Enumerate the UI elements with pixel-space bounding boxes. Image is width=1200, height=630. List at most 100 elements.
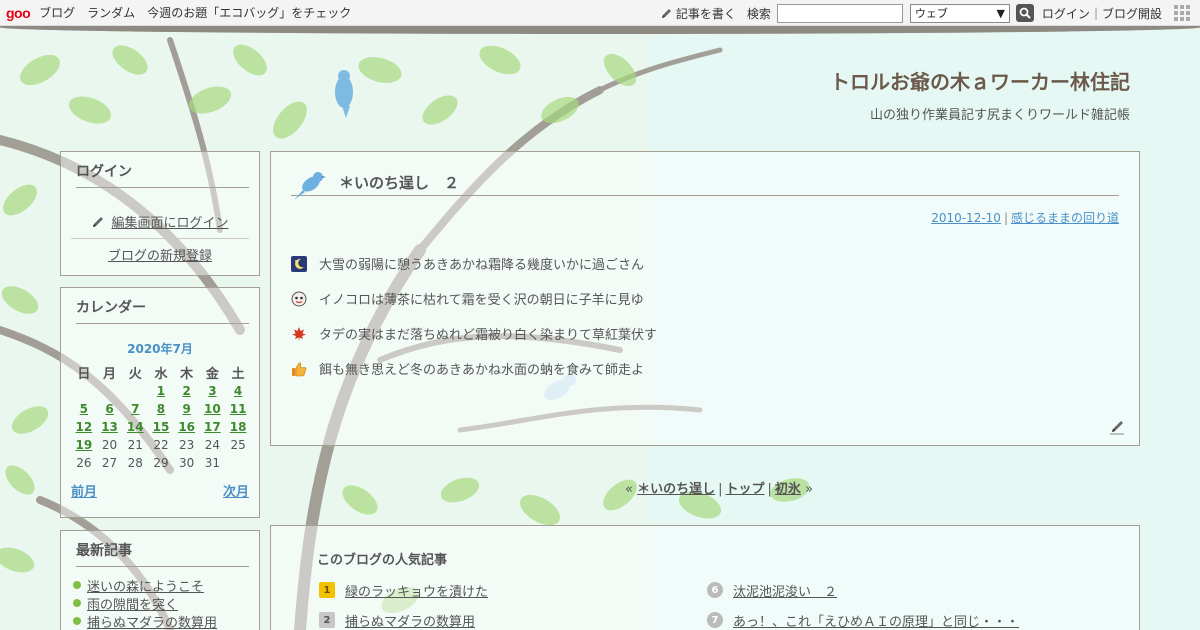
calendar-day[interactable]: 14 xyxy=(122,418,148,436)
calendar-day[interactable]: 3 xyxy=(200,382,226,400)
write-article-link[interactable]: 記事を書く xyxy=(660,5,736,22)
nav-random-link[interactable]: ランダム xyxy=(87,4,135,21)
search-scope-value: ウェブ xyxy=(914,7,948,20)
recent-articles-panel: 最新記事 迷いの森にようこそ 雨の隙間を突く 捕らぬマダラの数算用 xyxy=(60,530,260,630)
calendar-day[interactable]: 8 xyxy=(148,400,174,418)
calendar-day[interactable]: 15 xyxy=(148,418,174,436)
top-bar-right: 記事を書く 検索 ウェブ ▼ ログイン | ブログ開設 xyxy=(660,0,1200,26)
login-panel-title: ログイン xyxy=(76,161,249,188)
prev-month-link[interactable]: 前月 xyxy=(71,481,97,500)
article-title[interactable]: ＊いのち逞し ２ xyxy=(339,172,459,193)
calendar-day: 25 xyxy=(230,438,246,452)
calendar-week: 12 13 14 15 16 17 18 xyxy=(71,418,251,436)
bird-icon xyxy=(294,172,326,200)
search-input[interactable] xyxy=(776,3,903,23)
top-link[interactable]: トップ xyxy=(726,482,765,497)
calendar-day[interactable]: 7 xyxy=(122,400,148,418)
prev-arrow: « xyxy=(625,482,633,497)
chevron-down-icon: ▼ xyxy=(996,6,1005,20)
register-blog-link[interactable]: ブログの新規登録 xyxy=(61,245,259,264)
poem-line: 大雪の弱陽に憩うあきあかね霜降る幾度いかに過ごさん xyxy=(291,246,657,281)
list-item[interactable]: 捕らぬマダラの数算用 xyxy=(73,612,259,630)
calendar-day[interactable]: 1 xyxy=(148,382,174,400)
popular-article-link[interactable]: あっ！、これ「えひめＡＩの原理」と同じ・・・ xyxy=(733,611,1019,630)
list-item[interactable]: 6 汰泥池泥浚い ２ xyxy=(707,575,1019,605)
calendar-month: 2020年7月 xyxy=(127,342,193,356)
calendar-day[interactable]: 13 xyxy=(97,418,123,436)
calendar-day[interactable]: 5 xyxy=(71,400,97,418)
calendar-week: 1234 xyxy=(71,382,251,400)
recent-article-link[interactable]: 捕らぬマダラの数算用 xyxy=(87,612,217,630)
poem-line: イノコロは薄茶に枯れて霜を受く沢の朝日に子羊に見ゆ xyxy=(291,281,657,316)
edit-login-label: 編集画面にログイン xyxy=(111,216,229,231)
article-pager: « ＊いのち逞し | トップ | 初氷 » xyxy=(625,478,813,497)
calendar-day[interactable]: 10 xyxy=(200,400,226,418)
calendar-day[interactable]: 2 xyxy=(174,382,200,400)
article-category-link[interactable]: 感じるままの回り道 xyxy=(1011,211,1119,225)
recent-article-link[interactable]: 雨の隙間を突く xyxy=(87,594,178,613)
rank-badge: 1 xyxy=(319,582,335,598)
nav-weekly-theme-link[interactable]: 今週のお題「エコバッグ」をチェック xyxy=(147,4,351,21)
next-month-link[interactable]: 次月 xyxy=(223,481,249,500)
prev-article-link[interactable]: ＊いのち逞し xyxy=(637,482,715,497)
goo-logo[interactable]: goo xyxy=(6,5,31,21)
calendar-title: カレンダー xyxy=(76,297,249,324)
bullet-icon xyxy=(73,581,81,589)
calendar-day: 24 xyxy=(204,438,220,452)
poem-line: 餌も無き思えど冬のあきあかね水面の蚋を食みて師走よ xyxy=(291,351,657,386)
calendar-day[interactable]: 17 xyxy=(200,418,226,436)
next-article-link[interactable]: 初氷 xyxy=(775,482,801,497)
rank-badge: 6 xyxy=(707,582,723,598)
calendar-day: 26 xyxy=(76,456,92,470)
search-scope-select[interactable]: ウェブ ▼ xyxy=(909,3,1010,23)
login-panel: ログイン 編集画面にログイン ブログの新規登録 xyxy=(60,151,260,276)
calendar-day xyxy=(122,382,148,400)
pencil-icon xyxy=(661,8,671,18)
bullet-icon xyxy=(73,617,81,625)
edit-pencil-icon[interactable] xyxy=(1109,419,1125,435)
list-item[interactable]: 雨の隙間を突く xyxy=(73,594,259,613)
calendar-day[interactable]: 12 xyxy=(71,418,97,436)
poem-text: タデの実はまだ落ちぬれど霜被り白く染まりて草紅葉伏す xyxy=(319,328,658,343)
popular-article-link[interactable]: 汰泥池泥浚い ２ xyxy=(733,581,837,600)
nav-blog-link[interactable]: ブログ xyxy=(39,4,75,21)
calendar-day[interactable]: 18 xyxy=(225,418,251,436)
poem-text: イノコロは薄茶に枯れて霜を受く沢の朝日に子羊に見ゆ xyxy=(319,293,644,308)
blog-title[interactable]: トロルお爺の木ａワーカー林住記 xyxy=(830,66,1130,95)
calendar-day[interactable]: 16 xyxy=(174,418,200,436)
calendar-day: 31 xyxy=(204,456,220,470)
calendar-week: 26 27 28 29 30 31 xyxy=(71,454,251,472)
recent-article-link[interactable]: 迷いの森にようこそ xyxy=(87,576,204,595)
calendar-day xyxy=(97,382,123,400)
calendar-day: 27 xyxy=(101,456,118,470)
list-item[interactable]: 1 緑のラッキョウを漬けた xyxy=(319,575,488,605)
calendar-day[interactable]: 4 xyxy=(225,382,251,400)
calendar-day xyxy=(71,382,97,400)
list-item[interactable]: 迷いの森にようこそ xyxy=(73,576,259,595)
calendar-day[interactable]: 6 xyxy=(97,400,123,418)
popular-article-link[interactable]: 緑のラッキョウを漬けた xyxy=(345,581,488,600)
apps-grid-icon[interactable] xyxy=(1174,5,1190,21)
calendar-day[interactable]: 9 xyxy=(174,400,200,418)
bullet-icon xyxy=(73,599,81,607)
calendar-day[interactable]: 19 xyxy=(71,436,97,454)
poem-text: 餌も無き思えど冬のあきあかね水面の蚋を食みて師走よ xyxy=(319,363,645,378)
open-blog-link[interactable]: ブログ開設 xyxy=(1102,5,1162,22)
list-item[interactable]: 2 捕らぬマダラの数算用 xyxy=(319,605,488,630)
divider: | xyxy=(718,482,723,497)
poem-text: 大雪の弱陽に憩うあきあかね霜降る幾度いかに過ごさん xyxy=(319,258,645,273)
divider: | xyxy=(1003,211,1008,225)
recent-articles-list: 迷いの森にようこそ 雨の隙間を突く 捕らぬマダラの数算用 xyxy=(73,576,259,630)
login-link[interactable]: ログイン xyxy=(1042,5,1090,22)
article-date-link[interactable]: 2010-12-10 xyxy=(931,211,1001,225)
list-item[interactable]: 7 あっ！、これ「えひめＡＩの原理」と同じ・・・ xyxy=(707,605,1019,630)
blog-description: 山の独り作業員記す尻まくりワールド雑記帳 xyxy=(869,108,1130,123)
weekday-header: 日 xyxy=(77,366,91,382)
calendar-day[interactable]: 11 xyxy=(225,400,251,418)
calendar-panel: カレンダー 2020年7月 日月火水木金土 1 2 3 4 5 6 7 8 9 10 11 12 13 1… xyxy=(60,287,260,518)
popular-article-link[interactable]: 捕らぬマダラの数算用 xyxy=(345,611,475,630)
edit-login-link[interactable]: 編集画面にログイン xyxy=(61,212,259,231)
calendar-week: 19 20 21 22 23 24 25 xyxy=(71,436,251,454)
article-panel: ＊いのち逞し ２ 2010-12-10 | 感じるままの回り道 大雪の弱陽に憩うあき… xyxy=(270,151,1140,446)
search-button[interactable] xyxy=(1015,4,1034,22)
